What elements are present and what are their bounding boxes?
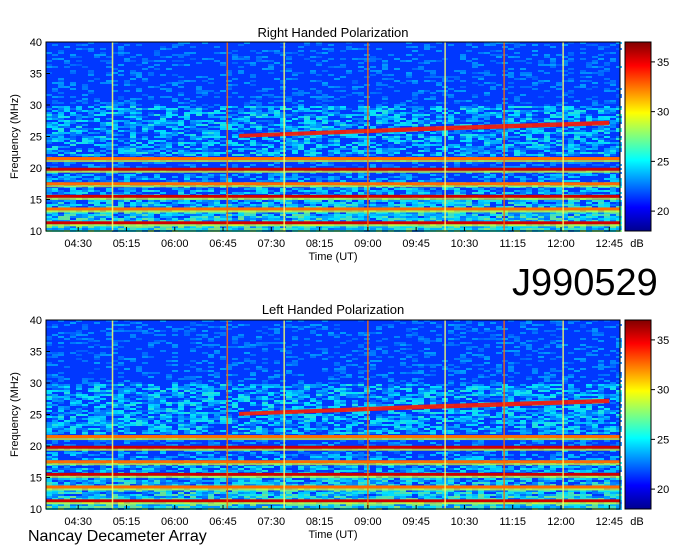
x-tick-label: 08:15 [306, 238, 334, 250]
x-axis-label: Time (UT) [308, 251, 357, 263]
x-tick-label: 12:00 [547, 238, 575, 250]
emission-band [46, 472, 620, 476]
emission-band [46, 221, 620, 225]
panel-title: Right Handed Polarization [257, 25, 408, 40]
x-tick-label: 10:30 [451, 516, 479, 528]
y-axis-label: Frequency (MHz) [9, 94, 21, 179]
emission-band [46, 485, 620, 489]
x-tick-label: 07:30 [258, 238, 286, 250]
x-tick-label: 06:45 [209, 238, 237, 250]
y-axis-label: Frequency (MHz) [9, 372, 21, 457]
right-polarization-panel: Right Handed Polarization 10 15 20 25 30 35 40 F… [9, 25, 669, 263]
x-tick-label: 10:30 [451, 238, 479, 250]
y-tick-label: 15 [30, 195, 42, 207]
x-tick-label: 08:15 [306, 516, 334, 528]
colorbar [624, 41, 652, 232]
y-tick-label: 40 [30, 315, 42, 327]
colorbar-label: dB [630, 516, 643, 528]
emission-band [46, 499, 620, 503]
instrument-label: Nancay Decameter Array [28, 528, 207, 545]
emission-band [46, 182, 620, 186]
x-tick-label: 09:45 [402, 238, 430, 250]
y-tick-label: 25 [30, 410, 42, 422]
y-tick-label: 25 [30, 132, 42, 144]
y-tick-label: 30 [30, 378, 42, 390]
emission-band [46, 194, 620, 198]
emission-band [46, 435, 620, 439]
x-tick-label: 09:45 [402, 516, 430, 528]
colorbar-label: dB [630, 238, 643, 250]
x-tick-label: 11:15 [499, 238, 526, 250]
y-tick-label: 15 [30, 473, 42, 485]
colorbar-tick-label: 35 [657, 335, 669, 347]
x-tick-label: 05:15 [113, 238, 141, 250]
colorbar [624, 319, 652, 510]
emission-band [46, 445, 620, 449]
colorbar-tick-label: 30 [657, 107, 669, 119]
colorbar-tick-label: 35 [657, 57, 669, 69]
y-tick-label: 10 [30, 226, 42, 238]
panel-title: Left Handed Polarization [262, 302, 404, 317]
colorbar-tick-label: 20 [657, 484, 669, 496]
y-tick-label: 20 [30, 163, 42, 175]
observation-id: J990529 [512, 262, 658, 304]
colorbar-tick-label: 25 [657, 156, 669, 168]
y-tick-label: 40 [30, 37, 42, 49]
x-axis-label: Time (UT) [308, 529, 357, 541]
x-tick-label: 06:00 [161, 238, 189, 250]
y-tick-label: 35 [30, 347, 42, 359]
x-tick-label: 12:00 [547, 516, 575, 528]
y-tick-label: 30 [30, 100, 42, 112]
x-tick-label: 09:00 [354, 238, 382, 250]
left-polarization-panel: Left Handed Polarization 10 15 20 25 30 35 40 Fr… [9, 302, 669, 541]
y-tick-label: 10 [30, 504, 42, 516]
x-tick-label: 12:45 [596, 516, 624, 528]
x-tick-label: 12:45 [596, 238, 624, 250]
x-tick-label: 04:30 [64, 516, 92, 528]
x-tick-label: 04:30 [64, 238, 92, 250]
y-tick-label: 20 [30, 441, 42, 453]
emission-band [46, 460, 620, 464]
y-tick-label: 35 [30, 69, 42, 81]
x-tick-label: 05:15 [113, 516, 141, 528]
x-tick-label: 11:15 [499, 516, 526, 528]
x-tick-label: 07:30 [258, 516, 286, 528]
colorbar-tick-label: 20 [657, 206, 669, 218]
emission-band [46, 167, 620, 171]
x-tick-label: 09:00 [354, 516, 382, 528]
colorbar-tick-label: 25 [657, 434, 669, 446]
x-tick-label: 06:00 [161, 516, 189, 528]
colorbar-tick-label: 30 [657, 385, 669, 397]
x-tick-label: 06:45 [209, 516, 237, 528]
emission-band [46, 207, 620, 211]
emission-band [46, 157, 620, 161]
